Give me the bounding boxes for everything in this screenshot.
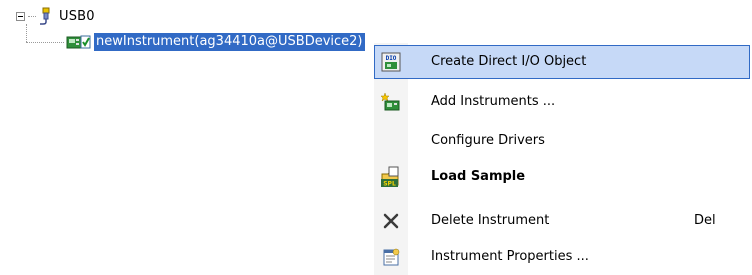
menu-item-label: Add Instruments ...: [431, 94, 556, 109]
svg-text:SPL: SPL: [383, 181, 396, 188]
menu-item-add-instruments[interactable]: Add Instruments ...: [374, 85, 750, 119]
menu-item-label: Instrument Properties ...: [431, 249, 589, 264]
menu-item-instrument-properties[interactable]: Instrument Properties ...: [374, 240, 750, 274]
collapse-toggle-icon[interactable]: [16, 11, 25, 21]
menu-item-configure-drivers[interactable]: Configure Drivers: [374, 124, 750, 158]
properties-icon: [374, 240, 408, 274]
tree-node-label: USB0: [59, 8, 95, 24]
menu-item-label: Load Sample: [431, 169, 526, 184]
menu-item-label: Create Direct I/O Object: [431, 54, 587, 69]
menu-item-delete-instrument[interactable]: Delete Instrument Del: [374, 204, 750, 238]
tree-node-label-selected[interactable]: newInstrument(ag34410a@USBDevice2): [94, 33, 365, 51]
load-sample-icon: SPL: [374, 160, 408, 194]
menu-item-label: Delete Instrument: [431, 213, 550, 228]
menu-item-label: Configure Drivers: [431, 133, 545, 148]
menu-item-create-direct-io[interactable]: DIO Create Direct I/O Object: [374, 45, 750, 79]
menu-item-load-sample[interactable]: SPL Load Sample: [374, 160, 750, 194]
dio-icon: DIO: [374, 45, 408, 79]
delete-x-icon: [374, 204, 408, 238]
menu-item-shortcut: Del: [694, 213, 716, 228]
tree-node-instrument[interactable]: newInstrument(ag34410a@USBDevice2): [66, 32, 365, 52]
usb-plug-icon: [38, 7, 54, 25]
context-menu: DIO Create Direct I/O Object Add Instrum…: [374, 43, 752, 275]
tree-node-usb0[interactable]: USB0: [16, 6, 95, 26]
svg-text:DIO: DIO: [386, 55, 397, 62]
add-instrument-icon: [374, 85, 408, 119]
instrument-check-icon: [66, 34, 91, 50]
